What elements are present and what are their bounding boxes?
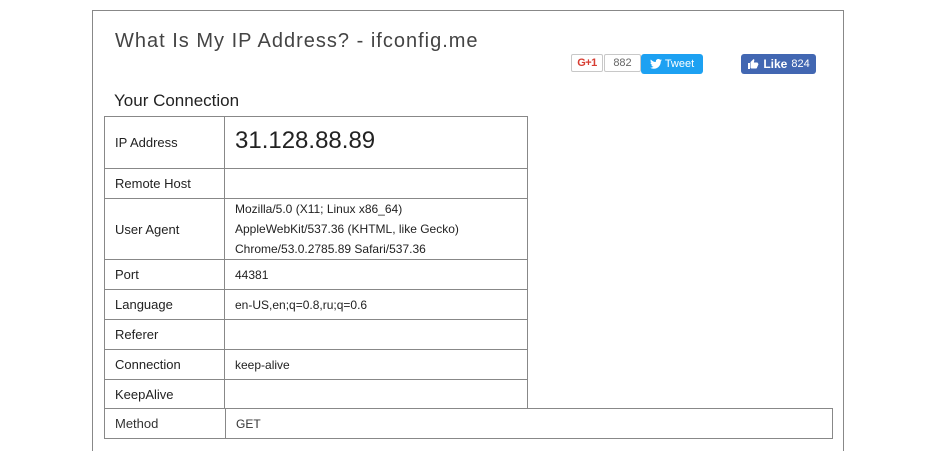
- thumbs-up-icon: [748, 59, 759, 69]
- user-agent-line: Mozilla/5.0 (X11; Linux x86_64): [235, 202, 403, 216]
- table-row: Remote Host: [104, 168, 528, 199]
- row-value: keep-alive: [224, 349, 528, 380]
- row-value: [224, 319, 528, 350]
- user-agent-line: AppleWebKit/537.36 (KHTML, like Gecko): [235, 222, 459, 236]
- row-label: IP Address: [104, 116, 225, 169]
- row-label: KeepAlive: [104, 379, 225, 410]
- row-label: Referer: [104, 319, 225, 350]
- twitter-bird-icon: [649, 59, 662, 69]
- row-label: Port: [104, 259, 225, 290]
- google-plus-count: 882: [604, 54, 641, 72]
- table-row: Connection keep-alive: [104, 349, 528, 380]
- user-agent-line: Chrome/53.0.2785.89 Safari/537.36: [235, 242, 426, 256]
- row-value: [224, 379, 528, 410]
- page-title: What Is My IP Address? - ifconfig.me: [115, 30, 479, 52]
- table-row: Method GET: [104, 408, 833, 439]
- ip-address-value: 31.128.88.89: [224, 116, 528, 169]
- row-value: en-US,en;q=0.8,ru;q=0.6: [224, 289, 528, 320]
- fb-like-count: 824: [791, 58, 810, 70]
- google-plus-icon: G+1: [577, 57, 597, 69]
- page-container: What Is My IP Address? - ifconfig.me G+1…: [92, 10, 844, 451]
- table-row: KeepAlive: [104, 379, 528, 410]
- tweet-button[interactable]: Tweet: [641, 54, 703, 74]
- table-row: Language en-US,en;q=0.8,ru;q=0.6: [104, 289, 528, 320]
- fb-like-label: Like: [763, 57, 788, 71]
- row-label: Language: [104, 289, 225, 320]
- table-row: Port 44381: [104, 259, 528, 290]
- row-value: GET: [236, 416, 261, 431]
- facebook-like-button[interactable]: Like 824: [741, 54, 816, 74]
- row-label: User Agent: [104, 198, 225, 260]
- row-value: [224, 168, 528, 199]
- ip-address-text: 31.128.88.89: [235, 127, 376, 154]
- row-label: Connection: [104, 349, 225, 380]
- row-value: 44381: [224, 259, 528, 290]
- table-row: IP Address 31.128.88.89: [104, 116, 528, 169]
- tweet-label: Tweet: [664, 58, 695, 70]
- table-row: Referer: [104, 319, 528, 350]
- google-plus-button[interactable]: G+1: [571, 54, 603, 72]
- row-label: Method: [105, 409, 226, 438]
- table-row: User Agent Mozilla/5.0 (X11; Linux x86_6…: [104, 198, 528, 260]
- row-label: Remote Host: [104, 168, 225, 199]
- user-agent-value: Mozilla/5.0 (X11; Linux x86_64) AppleWeb…: [224, 198, 528, 260]
- section-heading: Your Connection: [114, 91, 240, 110]
- connection-table: IP Address 31.128.88.89 Remote Host User…: [104, 116, 528, 410]
